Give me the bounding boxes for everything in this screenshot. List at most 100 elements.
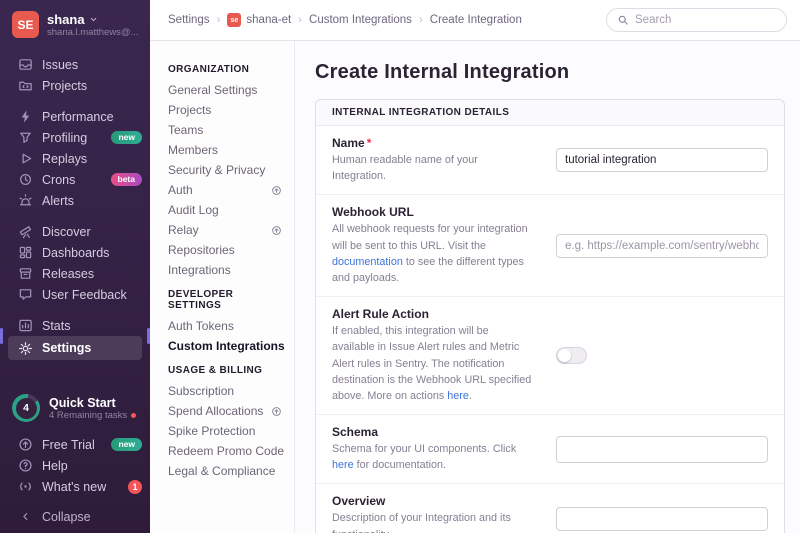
sidebar-item-performance[interactable]: Performance (0, 106, 150, 127)
search-box[interactable] (606, 8, 787, 32)
sidebar-collapse-button[interactable]: Collapse (0, 506, 150, 527)
org-avatar: SE (12, 11, 39, 38)
settings-nav-spend-allocations[interactable]: Spend Allocations (168, 401, 288, 421)
quick-start-subtext: 4 Remaining tasks (49, 410, 127, 421)
sidebar-item-replays[interactable]: Replays (0, 148, 150, 169)
chevron-left-icon (18, 510, 33, 523)
org-avatar-small: se (227, 13, 241, 27)
settings-nav-audit-log[interactable]: Audit Log (168, 200, 288, 220)
search-icon (617, 14, 629, 26)
settings-nav-relay[interactable]: Relay (168, 220, 288, 240)
breadcrumb-chevron-icon: › (298, 14, 302, 26)
settings-nav-legal-compliance[interactable]: Legal & Compliance (168, 461, 288, 481)
question-circle-icon (18, 458, 33, 473)
webhook-url-help: All webhook requests for your integratio… (332, 221, 534, 286)
breadcrumb: Settings › se shana-et › Custom Integrat… (168, 13, 522, 27)
breadcrumb-settings[interactable]: Settings (168, 14, 210, 26)
sidebar-item-user-feedback[interactable]: User Feedback (0, 284, 150, 305)
settings-nav-integrations[interactable]: Integrations (168, 260, 288, 280)
settings-nav-auth-tokens[interactable]: Auth Tokens (168, 316, 288, 336)
sidebar-item-label: Issues (42, 58, 78, 72)
sidebar-item-label: Discover (42, 225, 91, 239)
sidebar-item-help[interactable]: Help (0, 455, 150, 476)
required-asterisk: * (367, 136, 372, 150)
settings-nav-section-title: ORGANIZATION (168, 64, 288, 75)
search-input[interactable] (635, 14, 776, 26)
settings-nav-general-settings[interactable]: General Settings (168, 80, 288, 100)
sidebar-item-whats-new[interactable]: What's new 1 (0, 476, 150, 497)
sidebar-item-releases[interactable]: Releases (0, 263, 150, 284)
schema-here-link[interactable]: here (332, 459, 354, 471)
alert-rule-action-toggle[interactable] (556, 347, 587, 364)
sidebar-item-settings[interactable]: Settings (8, 336, 142, 360)
sidebar-item-label: Projects (42, 79, 87, 93)
sidebar-item-label: Releases (42, 267, 94, 281)
documentation-link[interactable]: documentation (332, 256, 403, 268)
settings-nav-projects[interactable]: Projects (168, 100, 288, 120)
sidebar-item-alerts[interactable]: Alerts (0, 190, 150, 211)
sidebar-item-projects[interactable]: Projects (0, 75, 150, 96)
webhook-url-input[interactable] (556, 234, 768, 258)
sidebar-item-label: User Feedback (42, 288, 127, 302)
profiling-icon (18, 130, 33, 145)
sidebar-item-dashboards[interactable]: Dashboards (0, 242, 150, 263)
sidebar-item-crons[interactable]: Crons beta (0, 169, 150, 190)
settings-nav-security-privacy[interactable]: Security & Privacy (168, 160, 288, 180)
sidebar-item-label: Replays (42, 152, 87, 166)
top-header: Settings › se shana-et › Custom Integrat… (150, 0, 800, 41)
breadcrumb-org-label: shana-et (246, 14, 291, 26)
settings-nav: ORGANIZATION General Settings Projects T… (150, 41, 295, 533)
settings-nav-spike-protection[interactable]: Spike Protection (168, 421, 288, 441)
primary-sidebar: SE shana shana.l.matthews@... Issues Pro… (0, 0, 150, 533)
alert-rule-action-field-row: Alert Rule Action If enabled, this integ… (316, 297, 784, 415)
user-name: shana (47, 12, 85, 27)
actions-here-link[interactable]: here (447, 390, 469, 402)
sidebar-item-label: Performance (42, 110, 114, 124)
page-title: Create Internal Integration (315, 61, 785, 84)
sidebar-item-label: Help (42, 459, 68, 473)
sidebar-item-issues[interactable]: Issues (0, 54, 150, 75)
settings-nav-section-title: DEVELOPER SETTINGS (168, 289, 288, 311)
sidebar-item-label: What's new (42, 480, 106, 494)
name-input[interactable] (556, 148, 768, 172)
webhook-url-label: Webhook URL (332, 205, 534, 219)
breadcrumb-chevron-icon: › (217, 14, 221, 26)
breadcrumb-custom-integrations[interactable]: Custom Integrations (309, 14, 412, 26)
settings-nav-teams[interactable]: Teams (168, 120, 288, 140)
bar-chart-icon (18, 318, 33, 333)
name-label: Name (332, 136, 365, 150)
sidebar-item-free-trial[interactable]: Free Trial new (0, 434, 150, 455)
beta-badge: beta (111, 173, 142, 186)
overview-label: Overview (332, 494, 534, 508)
toggle-knob (558, 349, 571, 362)
clock-icon (18, 172, 33, 187)
overview-input[interactable] (556, 507, 768, 531)
overview-help: Description of your Integration and its … (332, 510, 534, 533)
upgrade-circle-icon (18, 437, 33, 452)
settings-nav-redeem-promo-code[interactable]: Redeem Promo Code (168, 441, 288, 461)
active-nav-accent-right (147, 328, 150, 344)
lightning-icon (18, 109, 33, 124)
gear-icon (18, 341, 33, 356)
settings-nav-members[interactable]: Members (168, 140, 288, 160)
internal-integration-details-panel: INTERNAL INTEGRATION DETAILS Name* Human… (315, 99, 785, 533)
sidebar-item-label: Collapse (42, 510, 91, 524)
quick-start-item[interactable]: 4 Quick Start 4 Remaining tasks (0, 386, 150, 434)
active-nav-accent-left (0, 328, 3, 344)
sidebar-item-stats[interactable]: Stats (0, 315, 150, 336)
settings-nav-repositories[interactable]: Repositories (168, 240, 288, 260)
settings-nav-subscription[interactable]: Subscription (168, 381, 288, 401)
settings-nav-auth[interactable]: Auth (168, 180, 288, 200)
settings-nav-custom-integrations[interactable]: Custom Integrations (168, 336, 288, 356)
sidebar-item-label: Stats (42, 319, 71, 333)
sidebar-item-discover[interactable]: Discover (0, 221, 150, 242)
sidebar-item-profiling[interactable]: Profiling new (0, 127, 150, 148)
schema-input[interactable] (556, 436, 768, 463)
panel-header: INTERNAL INTEGRATION DETAILS (316, 100, 784, 126)
quick-start-label: Quick Start (49, 396, 136, 410)
org-switcher[interactable]: SE shana shana.l.matthews@... (0, 0, 150, 47)
sidebar-item-label: Free Trial (42, 438, 95, 452)
quick-start-count: 4 (16, 398, 37, 419)
breadcrumb-org[interactable]: se shana-et (227, 13, 291, 27)
issues-icon (18, 57, 33, 72)
